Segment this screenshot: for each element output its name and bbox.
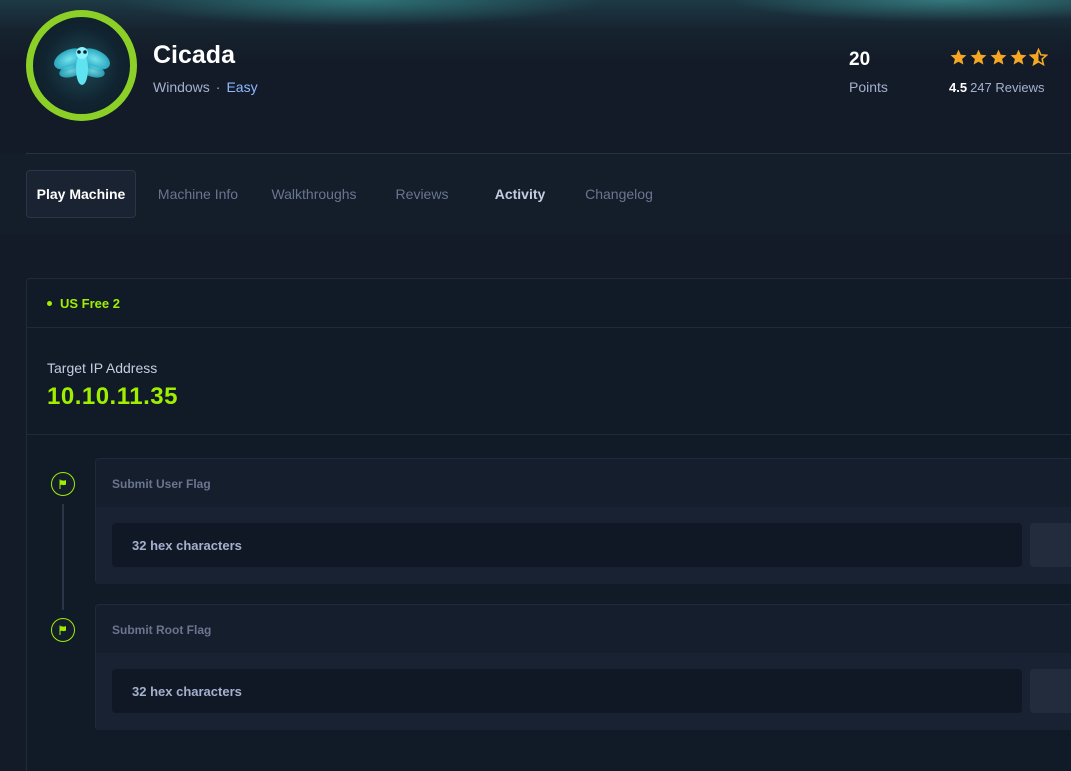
target-ip[interactable]: 10.10.11.35 (47, 383, 178, 411)
machine-difficulty: Easy (226, 79, 258, 95)
machine-header: Cicada Windows · Easy 20 Points 4.5 247 … (0, 0, 1071, 154)
tab-activity[interactable]: Activity (486, 170, 554, 218)
status-dot-icon (47, 300, 52, 306)
flag-icon (51, 618, 75, 642)
cicada-icon (33, 17, 130, 114)
user-flag-card: Submit User Flag (95, 458, 1071, 584)
half-star-icon (1029, 48, 1048, 67)
machine-avatar (26, 10, 137, 121)
user-flag-input[interactable] (112, 523, 1022, 567)
section-divider (27, 434, 1071, 435)
rating-stars (949, 48, 1048, 67)
root-flag-title: Submit Root Flag (112, 623, 212, 637)
rating-value: 4.5 (949, 80, 968, 95)
machine-page: Cicada Windows · Easy 20 Points 4.5 247 … (0, 0, 1071, 771)
root-flag-body (96, 653, 1071, 730)
star-icon (970, 49, 987, 65)
star-icon (950, 49, 967, 65)
machine-meta: Windows · Easy (153, 79, 258, 95)
server-indicator[interactable]: US Free 2 (27, 279, 1071, 328)
tab-play-machine[interactable]: Play Machine (26, 170, 136, 218)
star-icon (1010, 49, 1027, 65)
points-value: 20 (849, 49, 871, 70)
root-flag-card: Submit Root Flag (95, 604, 1071, 730)
meta-separator: · (215, 79, 221, 95)
reviews-count[interactable]: 247 Reviews (970, 80, 1044, 95)
root-flag-input[interactable] (112, 669, 1022, 713)
root-flag-submit-button[interactable] (1030, 669, 1071, 713)
timeline-connector (62, 504, 64, 610)
star-icon (990, 49, 1007, 65)
user-flag-submit-button[interactable] (1030, 523, 1071, 567)
user-flag-title: Submit User Flag (112, 477, 211, 491)
machine-name: Cicada (153, 41, 235, 69)
server-name: US Free 2 (60, 295, 120, 311)
tab-reviews[interactable]: Reviews (388, 170, 456, 218)
target-ip-label: Target IP Address (47, 360, 158, 376)
rating-summary: 4.5 247 Reviews (949, 80, 1045, 95)
machine-os: Windows (153, 79, 210, 95)
flag-icon (51, 472, 75, 496)
tab-changelog[interactable]: Changelog (578, 170, 660, 218)
points-label: Points (849, 79, 888, 95)
user-flag-body (96, 507, 1071, 584)
tab-walkthroughs[interactable]: Walkthroughs (262, 170, 366, 218)
tab-machine-info[interactable]: Machine Info (150, 170, 246, 218)
